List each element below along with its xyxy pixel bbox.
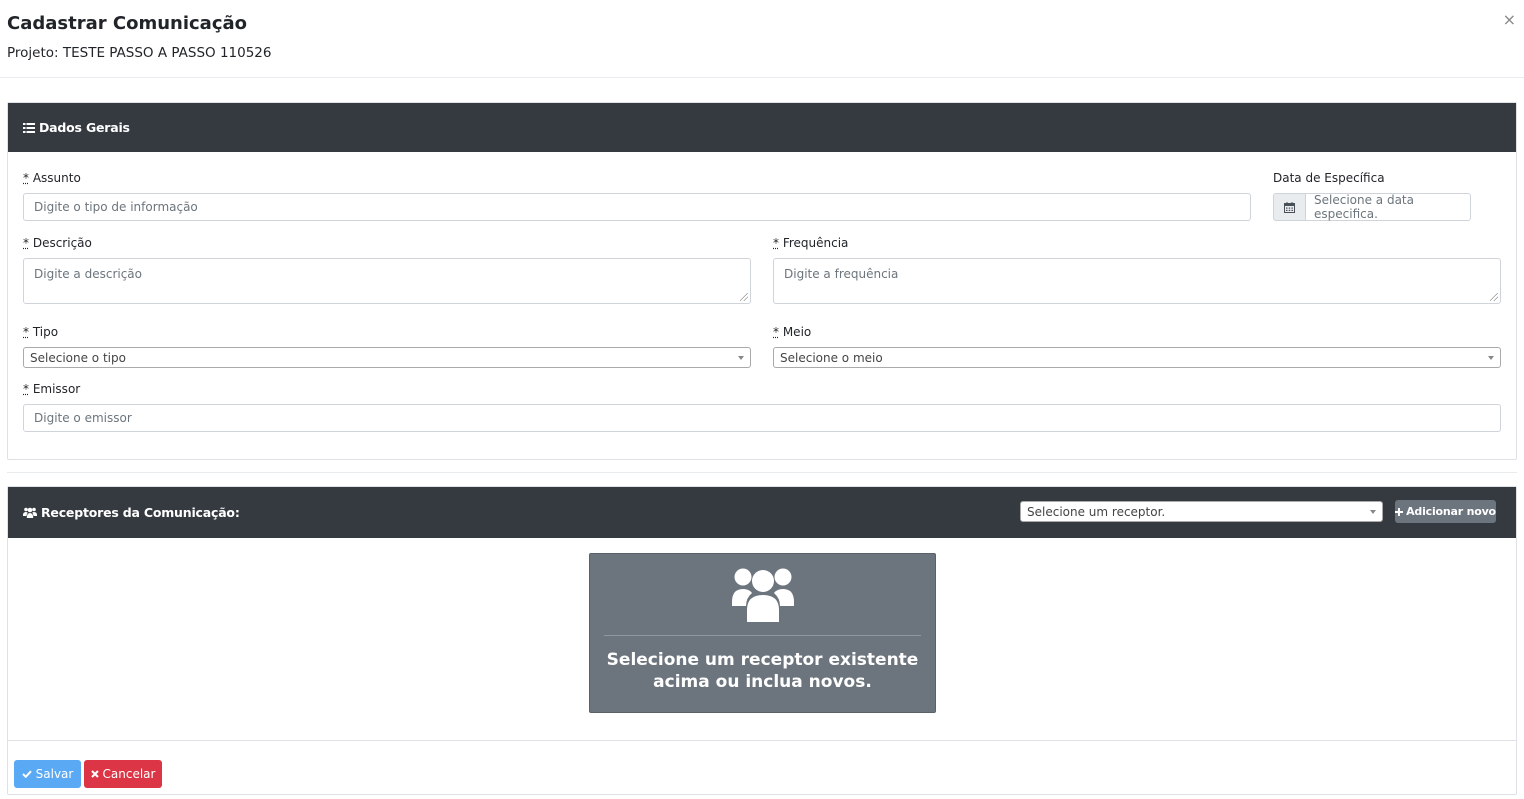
data-label: Data de Específica [1273,171,1385,185]
panel-divider [604,635,921,636]
list-icon [23,122,35,133]
users-icon [23,507,37,518]
tipo-selected-value: Selecione o tipo [30,350,126,365]
tipo-label: * Tipo [23,325,58,339]
tipo-select[interactable]: Selecione o tipo [23,347,751,368]
required-mark: * [23,325,29,339]
required-mark: * [23,236,29,250]
calendar-addon[interactable] [1273,193,1306,221]
frequencia-label: * Frequência [773,236,848,250]
empty-receivers-panel: Selecione um receptor existente acima ou… [589,553,936,713]
assunto-label: * Assunto [23,171,81,185]
cancel-button[interactable]: Cancelar [84,760,162,788]
project-subtitle: Projeto: TESTE PASSO A PASSO 110526 [7,45,272,61]
resize-grip-icon[interactable] [1490,293,1498,301]
modal-header: Cadastrar Comunicação Projeto: TESTE PAS… [0,0,1524,78]
frequencia-label-text: Frequência [782,236,849,250]
assunto-label-text: Assunto [32,171,81,185]
frequencia-placeholder: Digite a frequência [784,267,899,281]
receivers-card: Receptores da Comunicação: Selecione um … [7,486,1517,795]
emissor-input[interactable]: Digite o emissor [23,404,1501,432]
section-divider [7,472,1517,473]
footer-divider [8,740,1516,741]
receivers-title: Receptores da Comunicação: [23,505,240,520]
save-label: Salvar [35,767,74,781]
chevron-down-icon [1370,509,1376,514]
descricao-label-text: Descrição [32,236,92,250]
required-mark: * [773,236,779,250]
receivers-title-text: Receptores da Comunicação: [41,505,240,520]
tipo-label-text: Tipo [32,325,59,339]
general-data-header: Dados Gerais [8,103,1516,152]
modal-title: Cadastrar Comunicação [7,13,248,34]
save-button[interactable]: Salvar [14,760,81,788]
close-icon[interactable]: × [1503,12,1516,28]
general-data-title: Dados Gerais [23,120,130,135]
receivers-header: Receptores da Comunicação: Selecione um … [8,487,1516,538]
required-mark: * [23,171,29,185]
descricao-placeholder: Digite a descrição [34,267,143,281]
chevron-down-icon [1488,355,1494,360]
date-placeholder: Selecione a data especifica. [1314,193,1414,221]
users-icon [732,568,794,622]
required-mark: * [23,382,29,396]
frequencia-textarea[interactable]: Digite a frequência [773,258,1501,304]
meio-selected-value: Selecione o meio [780,350,883,365]
calendar-icon [1284,201,1295,213]
receiver-select[interactable]: Selecione um receptor. [1020,501,1383,522]
general-data-title-text: Dados Gerais [39,120,130,135]
emissor-label: * Emissor [23,382,80,396]
meio-label: * Meio [773,325,811,339]
meio-select[interactable]: Selecione o meio [773,347,1501,368]
plus-icon [1395,507,1404,516]
receiver-selected-value: Selecione um receptor. [1027,504,1166,519]
meio-label-text: Meio [782,325,812,339]
assunto-input[interactable]: Digite o tipo de informação [23,193,1251,221]
add-receiver-button[interactable]: Adicionar novo [1395,500,1496,523]
date-input[interactable]: Selecione a data especifica. [1305,193,1471,221]
cancel-label: Cancelar [102,767,156,781]
general-data-card: Dados Gerais * Assunto Digite o tipo de … [7,102,1517,460]
chevron-down-icon [738,355,744,360]
empty-receivers-message: Selecione um receptor existente acima ou… [606,650,919,692]
emissor-label-text: Emissor [32,382,81,396]
close-icon [90,770,99,778]
add-receiver-label: Adicionar novo [1406,505,1496,518]
descricao-textarea[interactable]: Digite a descrição [23,258,751,304]
assunto-placeholder: Digite o tipo de informação [34,200,198,214]
descricao-label: * Descrição [23,236,92,250]
emissor-placeholder: Digite o emissor [34,411,132,425]
check-icon [21,770,32,778]
resize-grip-icon[interactable] [740,293,748,301]
required-mark: * [773,325,779,339]
